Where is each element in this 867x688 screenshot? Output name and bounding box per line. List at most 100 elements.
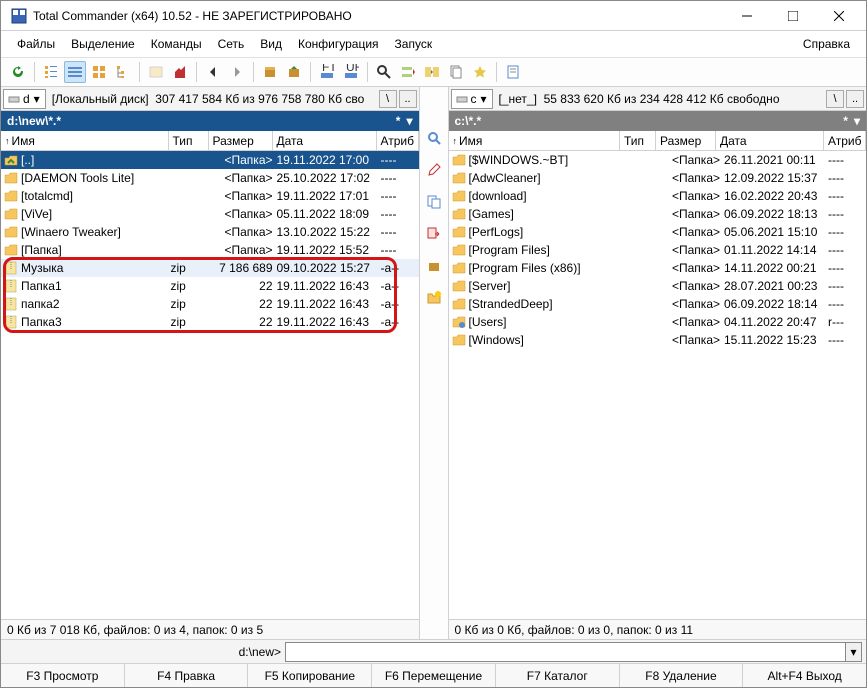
file-date: 19.11.2022 15:52 xyxy=(277,243,381,257)
file-row[interactable]: [Games]<Папка>06.09.2022 18:13---- xyxy=(449,205,867,223)
col-name[interactable]: ↑Имя xyxy=(1,131,169,150)
refresh-icon[interactable] xyxy=(7,61,29,83)
col-type[interactable]: Тип xyxy=(620,131,656,150)
f4-button[interactable]: F4 Правка xyxy=(125,664,249,687)
menu-select[interactable]: Выделение xyxy=(63,33,143,55)
left-drive-select[interactable]: d ▾ xyxy=(3,89,46,109)
file-row[interactable]: [Папка]<Папка>19.11.2022 15:52---- xyxy=(1,241,419,259)
view-full-icon[interactable] xyxy=(64,61,86,83)
history-icon[interactable]: ▾ xyxy=(854,114,860,128)
right-up-button[interactable]: .. xyxy=(846,90,864,108)
col-attr[interactable]: Атриб xyxy=(377,131,419,150)
file-row[interactable]: Папка3zip2219.11.2022 16:43-a-- xyxy=(1,313,419,331)
left-filelist[interactable]: [..]<Папка>19.11.2022 17:00----[DAEMON T… xyxy=(1,151,419,619)
mid-edit-icon[interactable] xyxy=(423,159,445,181)
f7-button[interactable]: F7 Каталог xyxy=(496,664,620,687)
file-row[interactable]: [..]<Папка>19.11.2022 17:00---- xyxy=(1,151,419,169)
menu-config[interactable]: Конфигурация xyxy=(290,33,387,55)
sync-icon[interactable] xyxy=(421,61,443,83)
file-row[interactable]: [DAEMON Tools Lite]<Папка>25.10.2022 17:… xyxy=(1,169,419,187)
file-row[interactable]: [ViVe]<Папка>05.11.2022 18:09---- xyxy=(1,205,419,223)
forward-icon[interactable] xyxy=(226,61,248,83)
favorites-icon[interactable]: * xyxy=(396,114,401,128)
file-row[interactable]: Папка1zip2219.11.2022 16:43-a-- xyxy=(1,277,419,295)
file-row[interactable]: [Program Files (x86)]<Папка>14.11.2022 0… xyxy=(449,259,867,277)
file-row[interactable]: Музыкаzip7 186 68909.10.2022 15:27-a-- xyxy=(1,259,419,277)
col-size[interactable]: Размер xyxy=(656,131,716,150)
menu-commands[interactable]: Команды xyxy=(143,33,210,55)
back-icon[interactable] xyxy=(202,61,224,83)
file-row[interactable]: [Users]<Папка>04.11.2022 20:47r--- xyxy=(449,313,867,331)
favorites-icon[interactable]: * xyxy=(843,114,848,128)
left-up-button[interactable]: .. xyxy=(399,90,417,108)
folder-icon xyxy=(451,224,467,240)
file-row[interactable]: [StrandedDeep]<Папка>06.09.2022 18:14---… xyxy=(449,295,867,313)
notepad-icon[interactable] xyxy=(502,61,524,83)
file-row[interactable]: [Windows]<Папка>15.11.2022 15:23---- xyxy=(449,331,867,349)
mid-pack-icon[interactable] xyxy=(423,255,445,277)
f8-button[interactable]: F8 Удаление xyxy=(620,664,744,687)
col-type[interactable]: Тип xyxy=(169,131,209,150)
view-thumb-icon[interactable] xyxy=(88,61,110,83)
col-size[interactable]: Размер xyxy=(209,131,273,150)
f3-button[interactable]: F3 Просмотр xyxy=(1,664,125,687)
col-attr[interactable]: Атриб xyxy=(824,131,866,150)
right-drive-select[interactable]: c ▾ xyxy=(451,89,493,109)
menu-view[interactable]: Вид xyxy=(252,33,290,55)
right-pathbar[interactable]: c:\*.* * ▾ xyxy=(449,111,867,131)
ftp-connect-icon[interactable]: FTP xyxy=(316,61,338,83)
f5-button[interactable]: F5 Копирование xyxy=(248,664,372,687)
file-row[interactable]: [Winaero Tweaker]<Папка>13.10.2022 15:22… xyxy=(1,223,419,241)
mid-copy-icon[interactable] xyxy=(423,191,445,213)
minimize-button[interactable] xyxy=(724,1,770,31)
file-row[interactable]: [$WINDOWS.~BT]<Папка>26.11.2021 00:11---… xyxy=(449,151,867,169)
menu-help[interactable]: Справка xyxy=(795,33,858,55)
folder-icon xyxy=(451,332,467,348)
file-name: [Games] xyxy=(469,207,619,221)
copy-names-icon[interactable] xyxy=(445,61,467,83)
menu-file[interactable]: Файлы xyxy=(9,33,63,55)
history-icon[interactable]: ▾ xyxy=(406,114,412,128)
col-name[interactable]: ↑Имя xyxy=(449,131,621,150)
file-row[interactable]: [Program Files]<Папка>01.11.2022 14:14--… xyxy=(449,241,867,259)
altf4-button[interactable]: Alt+F4 Выход xyxy=(743,664,866,687)
zip-icon xyxy=(3,278,19,294)
f6-button[interactable]: F6 Перемещение xyxy=(372,664,496,687)
file-attr: -a-- xyxy=(381,261,417,275)
mid-newfolder-icon[interactable] xyxy=(423,287,445,309)
file-row[interactable]: [totalcmd]<Папка>19.11.2022 17:01---- xyxy=(1,187,419,205)
mid-move-icon[interactable] xyxy=(423,223,445,245)
left-root-button[interactable]: \ xyxy=(379,90,397,108)
unpack-icon[interactable] xyxy=(283,61,305,83)
cmd-history-icon[interactable]: ▾ xyxy=(846,642,862,662)
cmd-input[interactable] xyxy=(285,642,846,662)
file-row[interactable]: [download]<Папка>16.02.2022 20:43---- xyxy=(449,187,867,205)
file-size: <Папка> xyxy=(654,189,724,203)
file-row[interactable]: папка2zip2219.11.2022 16:43-a-- xyxy=(1,295,419,313)
file-name: [Папка] xyxy=(21,243,171,257)
file-attr: ---- xyxy=(381,171,417,185)
left-pathbar[interactable]: d:\new\*.* * ▾ xyxy=(1,111,419,131)
view-tree-icon[interactable] xyxy=(112,61,134,83)
ftp-new-icon[interactable]: URL xyxy=(340,61,362,83)
right-root-button[interactable]: \ xyxy=(826,90,844,108)
col-date[interactable]: Дата xyxy=(716,131,824,150)
close-button[interactable] xyxy=(816,1,862,31)
right-filelist[interactable]: [$WINDOWS.~BT]<Папка>26.11.2021 00:11---… xyxy=(449,151,867,619)
dir-hotlist-icon[interactable] xyxy=(469,61,491,83)
file-row[interactable]: [AdwCleaner]<Папка>12.09.2022 15:37---- xyxy=(449,169,867,187)
menu-start[interactable]: Запуск xyxy=(387,33,441,55)
folder-icon xyxy=(451,170,467,186)
maximize-button[interactable] xyxy=(770,1,816,31)
toggle-hidden-icon[interactable] xyxy=(145,61,167,83)
pack-icon[interactable] xyxy=(259,61,281,83)
multirename-icon[interactable] xyxy=(397,61,419,83)
menu-net[interactable]: Сеть xyxy=(210,33,253,55)
col-date[interactable]: Дата xyxy=(273,131,377,150)
mid-view-icon[interactable] xyxy=(423,127,445,149)
invert-select-icon[interactable] xyxy=(169,61,191,83)
view-brief-icon[interactable] xyxy=(40,61,62,83)
file-row[interactable]: [PerfLogs]<Папка>05.06.2021 15:10---- xyxy=(449,223,867,241)
file-row[interactable]: [Server]<Папка>28.07.2021 00:23---- xyxy=(449,277,867,295)
search-icon[interactable] xyxy=(373,61,395,83)
